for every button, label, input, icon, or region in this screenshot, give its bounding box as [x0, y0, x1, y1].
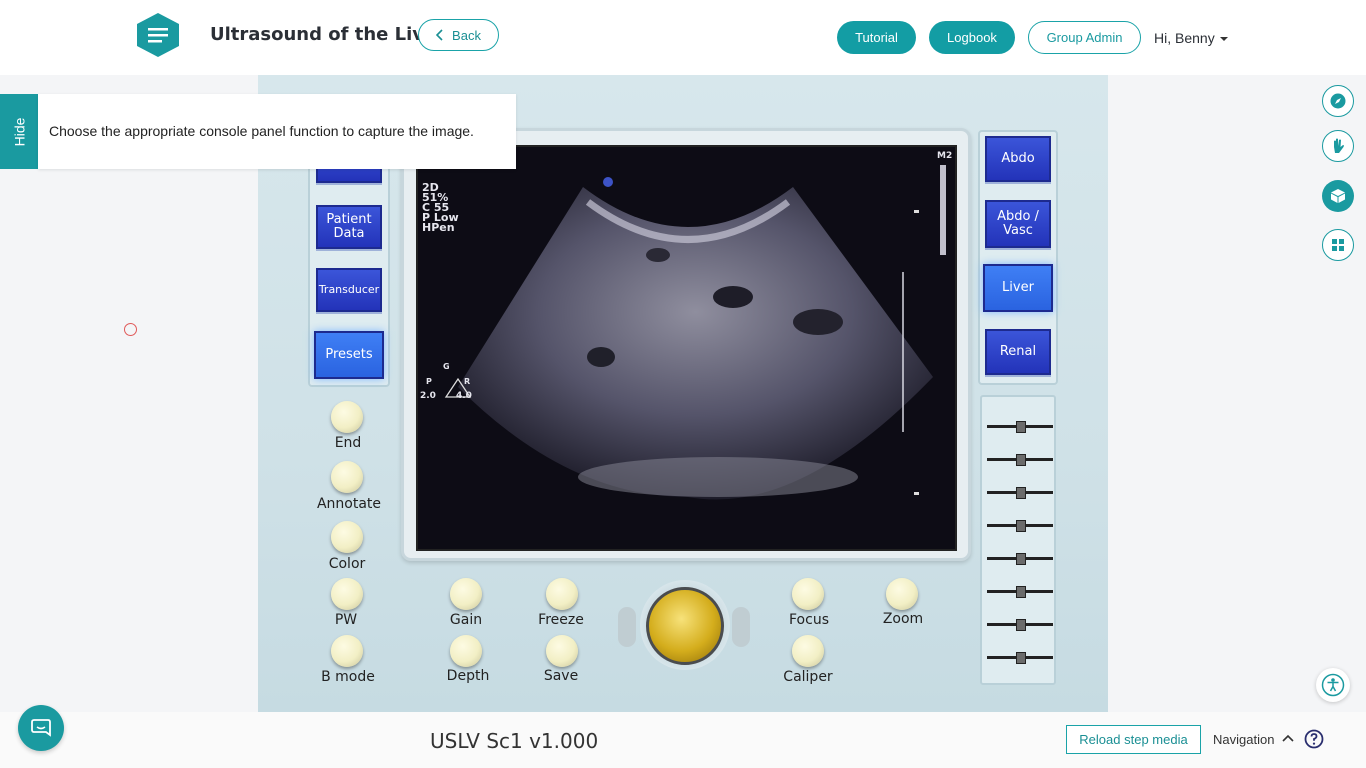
knob-label-b-mode: B mode — [321, 669, 375, 685]
knob-label-zoom: Zoom — [882, 611, 924, 627]
cube-tool-button[interactable] — [1322, 180, 1354, 212]
reload-step-media-button[interactable]: Reload step media — [1066, 725, 1201, 754]
knob-zoom[interactable] — [886, 578, 918, 610]
knob-gain[interactable] — [450, 578, 482, 610]
user-menu[interactable]: Hi, Benny — [1154, 30, 1228, 46]
user-greeting: Hi, Benny — [1154, 30, 1215, 46]
knob-freeze[interactable] — [546, 578, 578, 610]
tgc-slider-5[interactable] — [1016, 553, 1026, 565]
back-label: Back — [452, 27, 481, 43]
knob-label-focus: Focus — [789, 612, 829, 628]
knob-annotate[interactable] — [331, 461, 363, 493]
help-icon[interactable] — [1304, 729, 1324, 749]
knob-caliper[interactable] — [792, 635, 824, 667]
knob-depth[interactable] — [450, 635, 482, 667]
compass-tool-button[interactable] — [1322, 85, 1354, 117]
chat-button[interactable] — [18, 705, 64, 751]
knob-label-caliper: Caliper — [783, 669, 833, 685]
tgc-slider-8[interactable] — [1016, 652, 1026, 664]
instruction-box: Choose the appropriate console panel fun… — [38, 94, 516, 169]
menu-icon[interactable] — [136, 12, 180, 58]
tgc-slider-2[interactable] — [1016, 454, 1026, 466]
knob-pw[interactable] — [331, 578, 363, 610]
knob-label-freeze: Freeze — [538, 612, 584, 628]
tgc-slider-panel — [980, 395, 1056, 685]
chat-icon — [31, 719, 51, 737]
hint-marker — [124, 323, 137, 336]
cube-icon — [1331, 189, 1345, 203]
screen-probe-left: 2.0 — [420, 391, 436, 401]
trackball[interactable] — [646, 587, 724, 665]
trackball-right-pad[interactable] — [732, 607, 750, 647]
tutorial-button[interactable]: Tutorial — [837, 21, 916, 54]
knob-label-save: Save — [543, 668, 579, 684]
version-label: USLV Sc1 v1.000 — [430, 729, 599, 753]
knob-label-gain: Gain — [449, 612, 483, 628]
tgc-slider-6[interactable] — [1016, 586, 1026, 598]
knob-label-color: Color — [328, 556, 366, 572]
console-button-presets[interactable]: Presets — [314, 331, 384, 379]
logbook-button[interactable]: Logbook — [929, 21, 1015, 54]
knob-end[interactable] — [331, 401, 363, 433]
knob-color[interactable] — [331, 521, 363, 553]
top-bar: Ultrasound of the Liver Back Tutorial Lo… — [0, 0, 1366, 75]
console-button-abdo-vasc[interactable]: Abdo / Vasc — [985, 200, 1051, 248]
ultrasound-screen: M2 2D 51% C 55 P Low HPen P G R 2.0 4.0 — [416, 145, 957, 551]
group-admin-button[interactable]: Group Admin — [1028, 21, 1141, 54]
knob-label-end: End — [334, 435, 362, 451]
accessibility-icon — [1321, 673, 1345, 697]
screen-hpen: HPen — [422, 221, 455, 234]
console-button-abdo[interactable]: Abdo — [985, 136, 1051, 182]
back-button[interactable]: Back — [418, 19, 499, 51]
ultrasound-image — [444, 165, 946, 500]
compass-icon — [1330, 93, 1346, 109]
screen-corner-label: M2 — [937, 151, 953, 161]
tgc-slider-4[interactable] — [1016, 520, 1026, 532]
console-button-renal[interactable]: Renal — [985, 329, 1051, 375]
caret-down-icon — [1219, 37, 1228, 41]
trackball-left-pad[interactable] — [618, 607, 636, 647]
screen-probe-right: 4.0 — [456, 391, 472, 401]
ultrasound-console-stage: Patient Data Transducer Presets M2 2D 51… — [258, 75, 1108, 712]
console-button-transducer[interactable]: Transducer — [316, 268, 382, 312]
knob-label-pw: PW — [334, 612, 358, 628]
knob-save[interactable] — [546, 635, 578, 667]
knob-b-mode[interactable] — [331, 635, 363, 667]
page-title: Ultrasound of the Liver — [210, 24, 446, 45]
console-button-liver[interactable]: Liver — [983, 264, 1053, 312]
console-button-patient-data[interactable]: Patient Data — [316, 205, 382, 249]
navigation-label: Navigation — [1213, 732, 1275, 747]
knob-label-depth: Depth — [446, 668, 490, 684]
grid-tool-button[interactable] — [1322, 229, 1354, 261]
knob-label-annotate: Annotate — [316, 496, 382, 512]
tgc-slider-7[interactable] — [1016, 619, 1026, 631]
knob-focus[interactable] — [792, 578, 824, 610]
navigation-toggle[interactable]: Navigation — [1213, 732, 1274, 747]
tgc-slider-3[interactable] — [1016, 487, 1026, 499]
chevron-left-icon — [436, 29, 443, 41]
screen-r: R — [464, 377, 471, 386]
screen-g: G — [443, 362, 450, 371]
hide-instructions-tab[interactable]: Hide — [0, 94, 38, 169]
hand-tool-button[interactable] — [1322, 130, 1354, 162]
hand-icon — [1334, 138, 1344, 153]
screen-p-marker: P — [426, 377, 432, 386]
chevron-up-icon[interactable] — [1282, 733, 1294, 743]
grid-icon — [1332, 239, 1344, 251]
ultrasound-monitor: M2 2D 51% C 55 P Low HPen P G R 2.0 4.0 — [401, 128, 971, 561]
accessibility-button[interactable] — [1316, 668, 1350, 702]
tgc-slider-1[interactable] — [1016, 421, 1026, 433]
hide-label: Hide — [10, 117, 27, 146]
